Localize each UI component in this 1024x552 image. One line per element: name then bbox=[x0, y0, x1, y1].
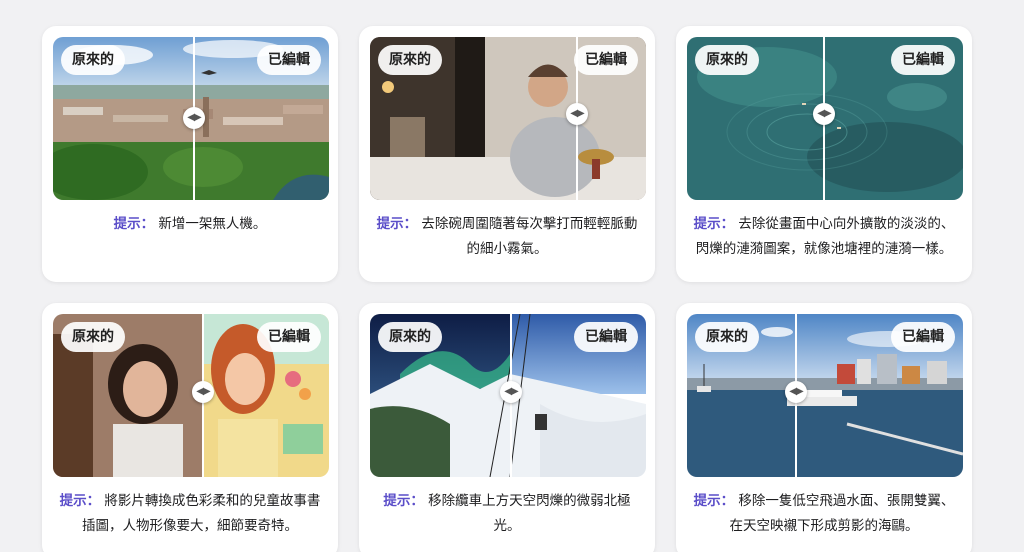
comparison-card: 原來的 已編輯 ◀▶ 提示： 移除纜車上方天空閃爍的微弱北極光。 bbox=[359, 303, 655, 552]
prompt-label: 提示： bbox=[383, 493, 424, 509]
original-label: 原來的 bbox=[61, 322, 125, 352]
prompt-text: 去除從畫面中心向外擴散的淡淡的、閃爍的漣漪圖案，就像池塘裡的漣漪一樣。 bbox=[695, 216, 955, 257]
comparison-card: 原來的 已編輯 ◀▶ 提示： 去除碗周圍隨著每次擊打而輕輕脈動的細小霧氣。 bbox=[359, 26, 655, 282]
edited-label: 已編輯 bbox=[891, 322, 955, 352]
prompt-caption: 提示： 新增一架無人機。 bbox=[56, 212, 324, 237]
prompt-caption: 提示： 去除從畫面中心向外擴散的淡淡的、閃爍的漣漪圖案，就像池塘裡的漣漪一樣。 bbox=[690, 212, 958, 262]
prompt-text: 移除一隻低空飛過水面、張開雙翼、在天空映襯下形成剪影的海鷗。 bbox=[729, 493, 955, 534]
comparison-card: 原來的 已編輯 ◀▶ 提示： 新增一架無人機。 bbox=[42, 26, 338, 282]
compare-slider-handle-icon[interactable]: ◀▶ bbox=[500, 381, 522, 403]
before-after-preview[interactable]: 原來的 已編輯 ◀▶ bbox=[687, 314, 963, 477]
comparison-grid: 原來的 已編輯 ◀▶ 提示： 新增一架無人機。 原來的 已編輯 ◀▶ 提示： 去… bbox=[0, 0, 1024, 552]
prompt-caption: 提示： 移除一隻低空飛過水面、張開雙翼、在天空映襯下形成剪影的海鷗。 bbox=[690, 489, 958, 539]
prompt-label: 提示： bbox=[376, 216, 418, 232]
prompt-text: 將影片轉換成色彩柔和的兒童故事書插圖，人物形像要大，細節要奇特。 bbox=[82, 493, 321, 534]
compare-slider-handle-icon[interactable]: ◀▶ bbox=[813, 103, 835, 125]
prompt-caption: 提示： 移除纜車上方天空閃爍的微弱北極光。 bbox=[373, 489, 641, 539]
comparison-card: 原來的 已編輯 ◀▶ 提示： 去除從畫面中心向外擴散的淡淡的、閃爍的漣漪圖案，就… bbox=[676, 26, 972, 282]
original-label: 原來的 bbox=[378, 322, 442, 352]
prompt-label: 提示： bbox=[693, 216, 735, 232]
before-after-preview[interactable]: 原來的 已編輯 ◀▶ bbox=[53, 314, 329, 477]
edited-label: 已編輯 bbox=[574, 322, 638, 352]
prompt-label: 提示： bbox=[693, 493, 735, 509]
prompt-text: 去除碗周圍隨著每次擊打而輕輕脈動的細小霧氣。 bbox=[421, 216, 638, 257]
compare-slider-handle-icon[interactable]: ◀▶ bbox=[785, 381, 807, 403]
compare-slider-handle-icon[interactable]: ◀▶ bbox=[183, 107, 205, 129]
prompt-text: 新增一架無人機。 bbox=[158, 216, 267, 232]
compare-slider-handle-icon[interactable]: ◀▶ bbox=[566, 103, 588, 125]
comparison-card: 原來的 已編輯 ◀▶ 提示： 將影片轉換成色彩柔和的兒童故事書插圖，人物形像要大… bbox=[42, 303, 338, 552]
prompt-caption: 提示： 將影片轉換成色彩柔和的兒童故事書插圖，人物形像要大，細節要奇特。 bbox=[56, 489, 324, 539]
prompt-label: 提示： bbox=[59, 493, 101, 509]
before-after-preview[interactable]: 原來的 已編輯 ◀▶ bbox=[687, 37, 963, 200]
prompt-caption: 提示： 去除碗周圍隨著每次擊打而輕輕脈動的細小霧氣。 bbox=[373, 212, 641, 262]
before-after-preview[interactable]: 原來的 已編輯 ◀▶ bbox=[53, 37, 329, 200]
original-label: 原來的 bbox=[695, 322, 759, 352]
edited-label: 已編輯 bbox=[574, 45, 638, 75]
edited-label: 已編輯 bbox=[891, 45, 955, 75]
prompt-label: 提示： bbox=[113, 216, 155, 232]
edited-label: 已編輯 bbox=[257, 322, 321, 352]
prompt-text: 移除纜車上方天空閃爍的微弱北極光。 bbox=[428, 493, 631, 534]
compare-slider-handle-icon[interactable]: ◀▶ bbox=[192, 381, 214, 403]
before-after-preview[interactable]: 原來的 已編輯 ◀▶ bbox=[370, 314, 646, 477]
original-label: 原來的 bbox=[378, 45, 442, 75]
original-label: 原來的 bbox=[61, 45, 125, 75]
comparison-card: 原來的 已編輯 ◀▶ 提示： 移除一隻低空飛過水面、張開雙翼、在天空映襯下形成剪… bbox=[676, 303, 972, 552]
original-label: 原來的 bbox=[695, 45, 759, 75]
edited-label: 已編輯 bbox=[257, 45, 321, 75]
before-after-preview[interactable]: 原來的 已編輯 ◀▶ bbox=[370, 37, 646, 200]
